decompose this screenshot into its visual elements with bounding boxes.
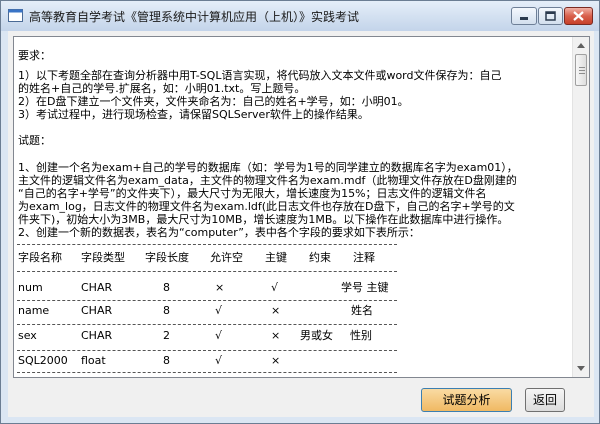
maximize-button[interactable] (538, 7, 563, 25)
table-cell: × (215, 281, 225, 294)
table-cell: sex (18, 329, 37, 342)
table-header: 注释 (353, 251, 375, 264)
exam-window: 高等教育自学考试《管理系统中计算机应用（上机）》实践考试 要求： 1）以下考题全… (0, 0, 600, 424)
text-line: 主文件的逻辑文件名为exam_data，主文件的物理文件名为exam.mdf（此… (18, 174, 517, 187)
text-line: 要求： (18, 49, 51, 62)
table-cell: 姓名 (351, 304, 373, 317)
table-divider (17, 372, 397, 373)
table-cell: × (271, 354, 281, 367)
table-cell: × (271, 329, 281, 342)
table-header: 约束 (309, 251, 331, 264)
text-line: 为exam_log，日志文件的物理文件名为exam.ldf(此日志文件也存放在D… (18, 200, 515, 213)
table-cell: 2 (163, 329, 170, 342)
table-divider (17, 300, 397, 301)
text-line: “自己的名字+学号”的文件夹下），最大尺寸为无限大，增长速度为15%；日志文件的… (18, 187, 487, 200)
client-area: 要求： 1）以下考题全部在查询分析器中用T-SQL语言实现，将代码放入文本文件或… (8, 31, 594, 417)
scroll-up-button[interactable] (573, 37, 589, 54)
table-header: 字段名称 (18, 251, 62, 264)
grip-line (579, 67, 585, 68)
table-cell: √ (271, 281, 279, 294)
text-line: 2、创建一个新的数据表，表名为“computer”，表中各个字段的要求如下表所示… (18, 226, 420, 239)
table-header: 主键 (265, 251, 287, 264)
text-line: 试题： (18, 134, 51, 147)
table-cell: name (18, 304, 50, 317)
table-cell: 8 (163, 304, 170, 317)
table-header: 允许空 (210, 251, 243, 264)
arrow-up-icon (577, 43, 585, 48)
close-button[interactable] (564, 7, 593, 25)
table-cell: num (18, 281, 43, 294)
maximize-icon (545, 11, 556, 21)
table-cell: 性别 (350, 329, 372, 342)
table-cell: 男或女 (300, 329, 333, 342)
table-cell: √ (215, 354, 223, 367)
table-cell: √ (215, 304, 223, 317)
table-cell: float (81, 354, 106, 367)
text-line: 2）在D盘下建立一个文件夹，文件夹命名为：自己的姓名+学号，如：小明01。 (18, 95, 409, 108)
table-cell: × (271, 304, 281, 317)
table-cell: SQL2000 (18, 354, 68, 367)
table-header: 字段长度 (145, 251, 189, 264)
scroll-thumb[interactable] (575, 54, 587, 86)
back-button[interactable]: 返回 (525, 388, 565, 412)
window-title: 高等教育自学考试《管理系统中计算机应用（上机）》实践考试 (29, 10, 360, 24)
table-cell: CHAR (81, 329, 113, 342)
minimize-button[interactable] (511, 7, 537, 25)
text-line: 3）考试过程中，进行现场检查，请保留SQLServer软件上的操作结果。 (18, 108, 369, 121)
close-icon (573, 11, 584, 21)
table-cell: CHAR (81, 304, 113, 317)
text-line: 的姓名+自己的学号.扩展名，如：小明01.txt。写上题号。 (18, 82, 306, 95)
arrow-down-icon (577, 366, 585, 371)
table-divider (17, 350, 397, 351)
grip-line (579, 70, 585, 71)
table-cell: 8 (163, 354, 170, 367)
question-text: 要求： 1）以下考题全部在查询分析器中用T-SQL语言实现，将代码放入文本文件或… (14, 37, 572, 377)
table-cell: 学号 主键 (341, 281, 389, 294)
text-line: 1）以下考题全部在查询分析器中用T-SQL语言实现，将代码放入文本文件或word… (18, 69, 502, 82)
minimize-icon (520, 17, 528, 20)
table-cell: 8 (163, 281, 170, 294)
vertical-scrollbar[interactable] (572, 37, 589, 377)
app-window-icon (8, 9, 23, 22)
text-line: 1、创建一个名为exam+自己的学号的数据库（如：学号为1号的同学建立的数据库名… (18, 161, 518, 174)
analyze-question-button[interactable]: 试题分析 (421, 388, 512, 412)
title-bar[interactable]: 高等教育自学考试《管理系统中计算机应用（上机）》实践考试 (1, 1, 599, 31)
table-divider (17, 324, 397, 325)
table-cell: CHAR (81, 281, 113, 294)
grip-line (579, 73, 585, 74)
question-text-box[interactable]: 要求： 1）以下考题全部在查询分析器中用T-SQL语言实现，将代码放入文本文件或… (13, 36, 590, 378)
table-cell: √ (215, 329, 223, 342)
scroll-down-button[interactable] (573, 360, 589, 377)
table-divider (17, 271, 397, 272)
table-divider (17, 244, 397, 245)
text-line: 件夹下)，初始大小为3MB，最大尺寸为10MB，增长速度为1MB。以下操作在此数… (18, 213, 509, 226)
table-header: 字段类型 (81, 251, 125, 264)
